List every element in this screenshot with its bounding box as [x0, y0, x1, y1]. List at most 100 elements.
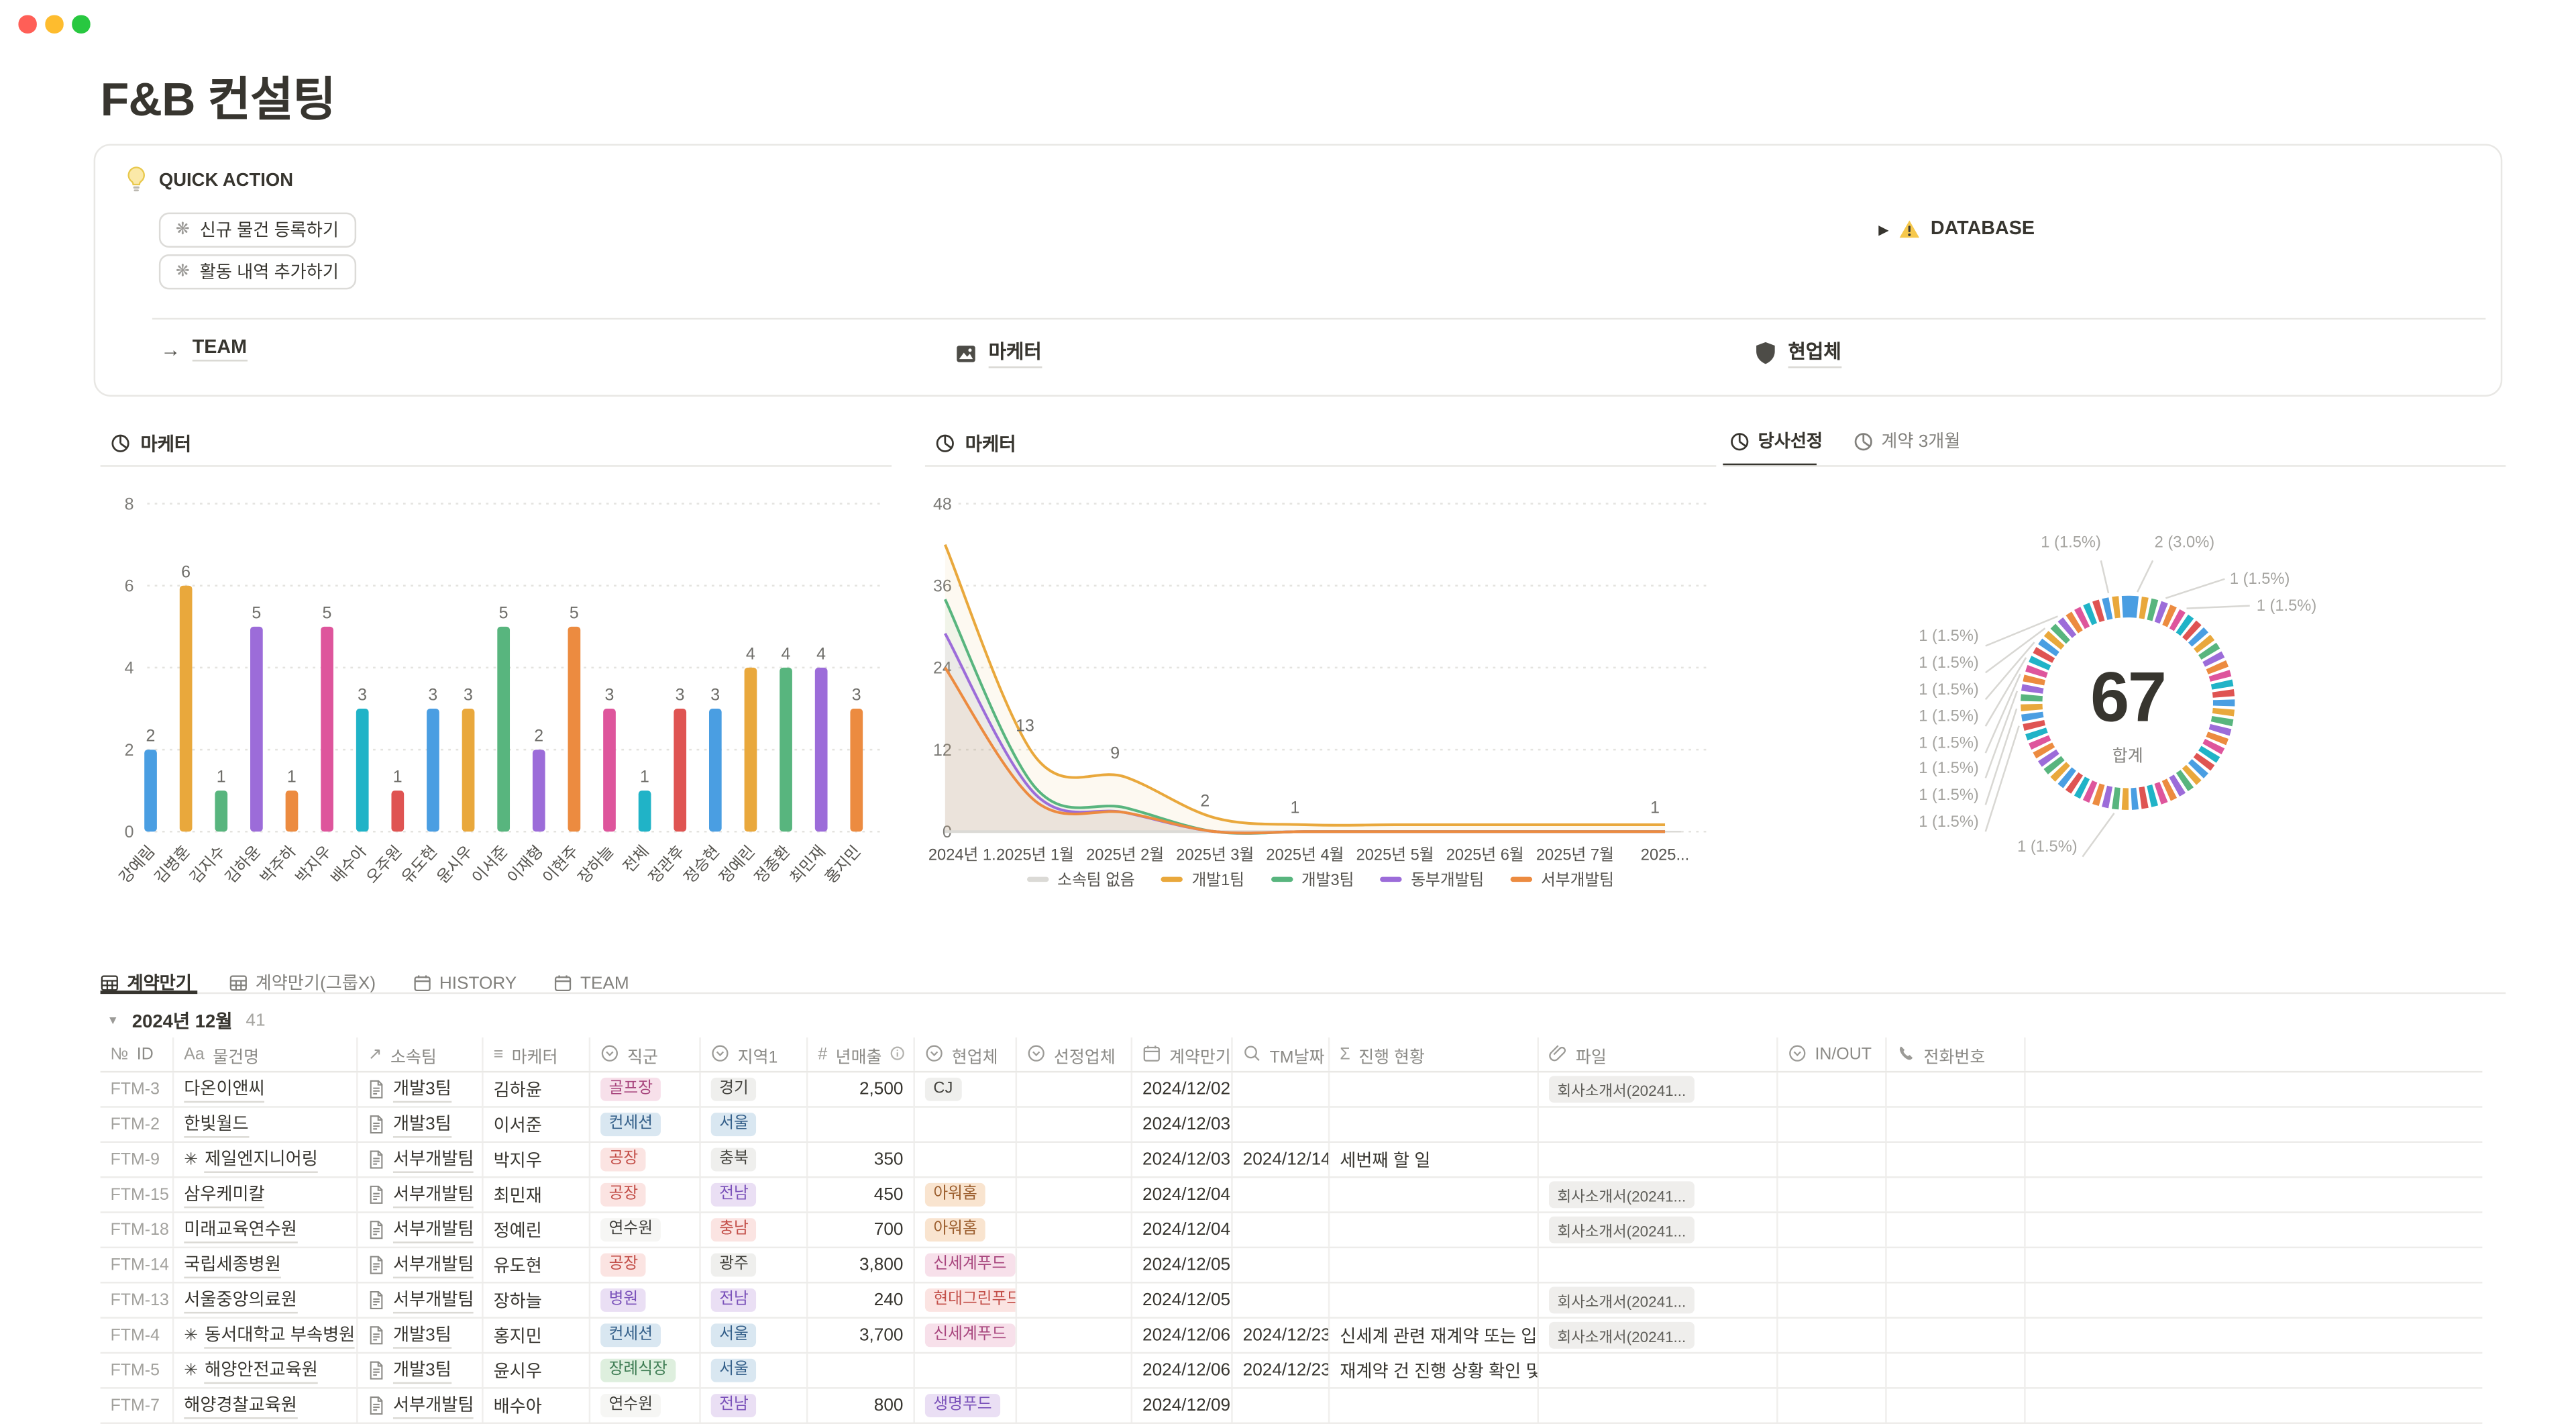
- cell-progress[interactable]: [1330, 1072, 1539, 1106]
- cell-region[interactable]: 전남: [701, 1389, 808, 1423]
- cell-selected[interactable]: [1017, 1178, 1132, 1211]
- cell-selected[interactable]: [1017, 1248, 1132, 1282]
- cell-file[interactable]: [1539, 1248, 1778, 1282]
- cell-team[interactable]: 서부개발팀: [358, 1143, 484, 1176]
- cell-tm-date[interactable]: 2024/12/23: [1233, 1354, 1330, 1387]
- shortcut-vendor[interactable]: 현업체: [1755, 338, 1841, 368]
- cell-job[interactable]: 공장: [590, 1178, 701, 1211]
- cell-tm-date[interactable]: [1233, 1284, 1330, 1317]
- cell-job[interactable]: 공장: [590, 1248, 701, 1282]
- table-row[interactable]: FTM-14국립세종병원서부개발팀유도현공장광주3,800신세계푸드2024/1…: [101, 1248, 2483, 1283]
- cell-inout[interactable]: [1778, 1319, 1887, 1352]
- cell-selected[interactable]: [1017, 1354, 1132, 1387]
- cell-expiry[interactable]: 2024/12/06: [1132, 1354, 1233, 1387]
- cell-marketer[interactable]: 김하윤: [484, 1072, 591, 1106]
- cell-vendor[interactable]: 신세계푸드: [915, 1248, 1017, 1282]
- cell-vendor[interactable]: [915, 1354, 1017, 1387]
- cell-marketer[interactable]: 장하늘: [484, 1284, 591, 1317]
- donut-tab-1[interactable]: 계약 3개월: [1853, 428, 1961, 453]
- cell-id[interactable]: FTM-9: [101, 1143, 174, 1176]
- cell-progress[interactable]: [1330, 1284, 1539, 1317]
- view-tab-3[interactable]: TEAM: [553, 973, 629, 993]
- cell-name[interactable]: 미래교육연수원: [174, 1213, 358, 1247]
- cell-region[interactable]: 충북: [701, 1143, 808, 1176]
- column-header-TM날짜[interactable]: TM날짜: [1233, 1037, 1330, 1071]
- cell-tm-date[interactable]: [1233, 1213, 1330, 1247]
- view-tab-2[interactable]: HISTORY: [413, 973, 517, 993]
- cell-progress[interactable]: [1330, 1389, 1539, 1423]
- quick-action-button-1[interactable]: ❋활동 내역 추가하기: [159, 254, 356, 289]
- cell-tm-date[interactable]: [1233, 1248, 1330, 1282]
- cell-marketer[interactable]: 최민재: [484, 1178, 591, 1211]
- cell-phone[interactable]: [1887, 1072, 2026, 1106]
- cell-selected[interactable]: [1017, 1143, 1132, 1176]
- table-row[interactable]: FTM-4✳동서대학교 부속병원개발3팀홍지민컨세션서울3,700신세계푸드20…: [101, 1319, 2483, 1354]
- cell-marketer[interactable]: 이서준: [484, 1108, 591, 1141]
- cell-revenue[interactable]: 240: [808, 1284, 915, 1317]
- cell-expiry[interactable]: 2024/12/09: [1132, 1389, 1233, 1423]
- cell-vendor[interactable]: 생명푸드: [915, 1389, 1017, 1423]
- cell-marketer[interactable]: 홍지민: [484, 1319, 591, 1352]
- cell-tm-date[interactable]: [1233, 1389, 1330, 1423]
- cell-revenue[interactable]: [808, 1108, 915, 1141]
- file-chip[interactable]: 회사소개서(20241...: [1549, 1217, 1695, 1243]
- cell-progress[interactable]: [1330, 1213, 1539, 1247]
- cell-job[interactable]: 공장: [590, 1143, 701, 1176]
- cell-phone[interactable]: [1887, 1389, 2026, 1423]
- cell-team[interactable]: 서부개발팀: [358, 1213, 484, 1247]
- cell-file[interactable]: [1539, 1354, 1778, 1387]
- cell-job[interactable]: 연수원: [590, 1389, 701, 1423]
- cell-team[interactable]: 서부개발팀: [358, 1284, 484, 1317]
- cell-name[interactable]: 한빛월드: [174, 1108, 358, 1141]
- cell-team[interactable]: 서부개발팀: [358, 1178, 484, 1211]
- cell-id[interactable]: FTM-5: [101, 1354, 174, 1387]
- cell-vendor[interactable]: 아워홈: [915, 1178, 1017, 1211]
- cell-region[interactable]: 광주: [701, 1248, 808, 1282]
- cell-job[interactable]: 병원: [590, 1284, 701, 1317]
- cell-selected[interactable]: [1017, 1389, 1132, 1423]
- database-toggle[interactable]: ▶ DATABASE: [1878, 219, 2035, 240]
- cell-region[interactable]: 서울: [701, 1108, 808, 1141]
- table-row[interactable]: FTM-15삼우케미칼서부개발팀최민재공장전남450아워홈2024/12/04회…: [101, 1178, 2483, 1213]
- table-row[interactable]: FTM-18미래교육연수원서부개발팀정예린연수원충남700아워홈2024/12/…: [101, 1213, 2483, 1248]
- cell-id[interactable]: FTM-4: [101, 1319, 174, 1352]
- cell-inout[interactable]: [1778, 1284, 1887, 1317]
- cell-selected[interactable]: [1017, 1072, 1132, 1106]
- cell-phone[interactable]: [1887, 1354, 2026, 1387]
- cell-team[interactable]: 개발3팀: [358, 1319, 484, 1352]
- table-row[interactable]: FTM-9✳제일엔지니어링서부개발팀박지우공장충북3502024/12/0320…: [101, 1143, 2483, 1178]
- cell-job[interactable]: 장례식장: [590, 1354, 701, 1387]
- cell-revenue[interactable]: 3,700: [808, 1319, 915, 1352]
- column-header-현업체[interactable]: 현업체: [915, 1037, 1017, 1071]
- cell-team[interactable]: 개발3팀: [358, 1072, 484, 1106]
- cell-phone[interactable]: [1887, 1319, 2026, 1352]
- cell-revenue[interactable]: 800: [808, 1389, 915, 1423]
- column-header-파일[interactable]: 파일: [1539, 1037, 1778, 1071]
- cell-vendor[interactable]: [915, 1143, 1017, 1176]
- cell-file[interactable]: 회사소개서(20241...: [1539, 1319, 1778, 1352]
- cell-marketer[interactable]: 정예린: [484, 1213, 591, 1247]
- cell-file[interactable]: 회사소개서(20241...: [1539, 1072, 1778, 1106]
- donut-tab-0[interactable]: 당사선정: [1729, 428, 1823, 453]
- column-header-지역1[interactable]: 지역1: [701, 1037, 808, 1071]
- cell-id[interactable]: FTM-13: [101, 1284, 174, 1317]
- cell-team[interactable]: 서부개발팀: [358, 1389, 484, 1423]
- cell-file[interactable]: [1539, 1108, 1778, 1141]
- cell-vendor[interactable]: CJ: [915, 1072, 1017, 1106]
- cell-job[interactable]: 컨세션: [590, 1108, 701, 1141]
- column-header-소속팀[interactable]: ↗소속팀: [358, 1037, 484, 1071]
- cell-selected[interactable]: [1017, 1213, 1132, 1247]
- column-header-IN/OUT[interactable]: IN/OUT: [1778, 1037, 1887, 1071]
- cell-progress[interactable]: [1330, 1108, 1539, 1141]
- file-chip[interactable]: 회사소개서(20241...: [1549, 1076, 1695, 1103]
- file-chip[interactable]: 회사소개서(20241...: [1549, 1287, 1695, 1314]
- cell-name[interactable]: 서울중앙의료원: [174, 1284, 358, 1317]
- cell-id[interactable]: FTM-2: [101, 1108, 174, 1141]
- file-chip[interactable]: 회사소개서(20241...: [1549, 1322, 1695, 1349]
- cell-revenue[interactable]: 450: [808, 1178, 915, 1211]
- cell-phone[interactable]: [1887, 1143, 2026, 1176]
- cell-region[interactable]: 경기: [701, 1072, 808, 1106]
- cell-expiry[interactable]: 2024/12/04: [1132, 1178, 1233, 1211]
- cell-tm-date[interactable]: 2024/12/14: [1233, 1143, 1330, 1176]
- cell-inout[interactable]: [1778, 1143, 1887, 1176]
